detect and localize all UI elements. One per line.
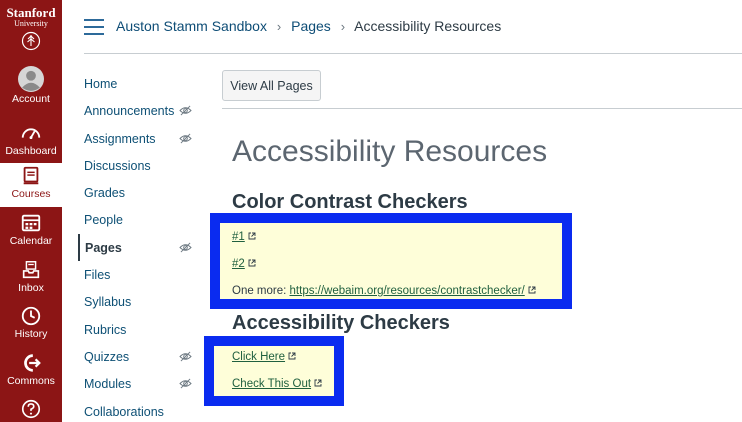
course-nav-rubrics[interactable]: Rubrics	[78, 316, 208, 343]
dashboard-icon	[21, 128, 41, 140]
global-nav-label: Dashboard	[5, 145, 57, 157]
global-nav-account[interactable]: Account	[0, 66, 62, 112]
course-nav-label: Announcements	[84, 104, 175, 119]
course-nav-label: Grades	[84, 186, 125, 201]
course-nav-label: Quizzes	[84, 349, 130, 364]
content-divider	[222, 108, 742, 109]
global-nav-help[interactable]	[0, 398, 62, 422]
hidden-eye-icon	[179, 378, 192, 389]
global-nav-commons[interactable]: Commons	[0, 352, 62, 398]
course-nav-pages[interactable]: Pages	[78, 233, 208, 262]
brand-subtitle: University	[14, 19, 48, 28]
global-nav-label: Commons	[7, 375, 55, 387]
course-nav-label: Home	[84, 77, 118, 91]
section-heading-accessibility-checkers: Accessibility Checkers	[232, 312, 450, 334]
commons-icon	[24, 354, 41, 372]
check-this-out-link[interactable]: Check This Out	[232, 378, 311, 390]
course-nav-quizzes[interactable]: Quizzes	[78, 343, 208, 370]
link-line: Check This Out	[232, 377, 322, 391]
global-nav-label: Inbox	[18, 282, 44, 294]
course-nav-modules[interactable]: Modules	[78, 370, 208, 397]
course-nav-collaborations[interactable]: Collaborations	[78, 398, 208, 422]
course-nav-files[interactable]: Files	[78, 261, 208, 288]
course-nav-label: Assignments	[84, 131, 156, 146]
global-nav-history[interactable]: History	[0, 305, 62, 351]
global-nav-label: Calendar	[9, 235, 53, 247]
view-all-pages-button[interactable]: View All Pages	[222, 70, 321, 101]
global-nav-inbox[interactable]: Inbox	[0, 259, 62, 305]
external-link-icon	[528, 286, 536, 294]
link-line: One more: https://webaim.org/resources/c…	[232, 284, 536, 298]
course-nav-home[interactable]: Home	[78, 70, 208, 97]
course-nav-label: Pages	[85, 240, 122, 255]
course-nav-assignments[interactable]: Assignments	[78, 125, 208, 152]
global-navigation: Stanford University Account Dashboard Co…	[0, 0, 62, 422]
breadcrumb-separator: ›	[340, 19, 346, 34]
course-nav-label: Files	[84, 268, 111, 283]
course-nav-discussions[interactable]: Discussions	[78, 152, 208, 179]
external-link-icon	[288, 352, 296, 360]
hamburger-menu-icon[interactable]	[84, 19, 104, 35]
account-icon	[18, 66, 44, 92]
course-nav-announcements[interactable]: Announcements	[78, 97, 208, 124]
course-nav-label: Discussions	[84, 158, 151, 173]
course-nav-label: People	[84, 213, 123, 228]
section-heading-color-contrast: Color Contrast Checkers	[232, 191, 468, 213]
click-here-link[interactable]: Click Here	[232, 351, 285, 363]
hidden-eye-icon	[179, 242, 192, 253]
global-nav-label: History	[14, 328, 48, 340]
breadcrumb-separator: ›	[276, 19, 282, 34]
external-link-icon	[248, 232, 256, 240]
hidden-eye-icon	[179, 105, 192, 116]
stanford-logo[interactable]: Stanford University	[0, 0, 62, 64]
course-nav-label: Collaborations	[84, 404, 164, 419]
page-header: Auston Stamm Sandbox › Pages › Accessibi…	[62, 0, 742, 53]
link-line: #2	[232, 257, 256, 271]
webaim-contrast-link[interactable]: https://webaim.org/resources/contrastche…	[290, 285, 525, 297]
contrast-link-2[interactable]: #2	[232, 258, 245, 270]
course-navigation: Home Announcements Assignments Discussio…	[78, 70, 208, 422]
course-nav-people[interactable]: People	[78, 206, 208, 233]
brand-name: Stanford	[6, 5, 56, 20]
breadcrumb-pages[interactable]: Pages	[291, 18, 331, 34]
link-line: Click Here	[232, 350, 296, 364]
global-nav-calendar[interactable]: Calendar	[0, 212, 62, 258]
stanford-seal-icon	[21, 31, 41, 51]
course-nav-label: Rubrics	[84, 322, 127, 337]
one-more-label: One more:	[232, 285, 290, 297]
inbox-icon	[22, 261, 40, 279]
hidden-eye-icon	[179, 133, 192, 144]
breadcrumb-current: Accessibility Resources	[354, 18, 502, 34]
help-icon	[21, 399, 41, 419]
calendar-icon	[21, 214, 41, 232]
course-nav-syllabus[interactable]: Syllabus	[78, 288, 208, 315]
external-link-icon	[248, 259, 256, 267]
breadcrumb: Auston Stamm Sandbox › Pages › Accessibi…	[116, 18, 501, 34]
header-divider	[84, 53, 742, 54]
global-nav-dashboard[interactable]: Dashboard	[0, 122, 62, 168]
global-nav-label: Account	[12, 93, 50, 105]
breadcrumb-course[interactable]: Auston Stamm Sandbox	[116, 18, 267, 34]
link-line: #1	[232, 230, 256, 244]
history-icon	[21, 306, 41, 326]
highlight-box-accessibility-checkers	[204, 336, 344, 406]
page-title: Accessibility Resources	[232, 135, 548, 168]
contrast-link-1[interactable]: #1	[232, 231, 245, 243]
external-link-icon	[314, 379, 322, 387]
global-nav-label: Courses	[11, 188, 51, 200]
course-nav-label: Syllabus	[84, 295, 132, 310]
courses-icon	[23, 166, 39, 185]
hidden-eye-icon	[179, 351, 192, 362]
global-nav-courses[interactable]: Courses	[0, 163, 62, 207]
course-nav-label: Modules	[84, 377, 132, 392]
course-nav-grades[interactable]: Grades	[78, 179, 208, 206]
